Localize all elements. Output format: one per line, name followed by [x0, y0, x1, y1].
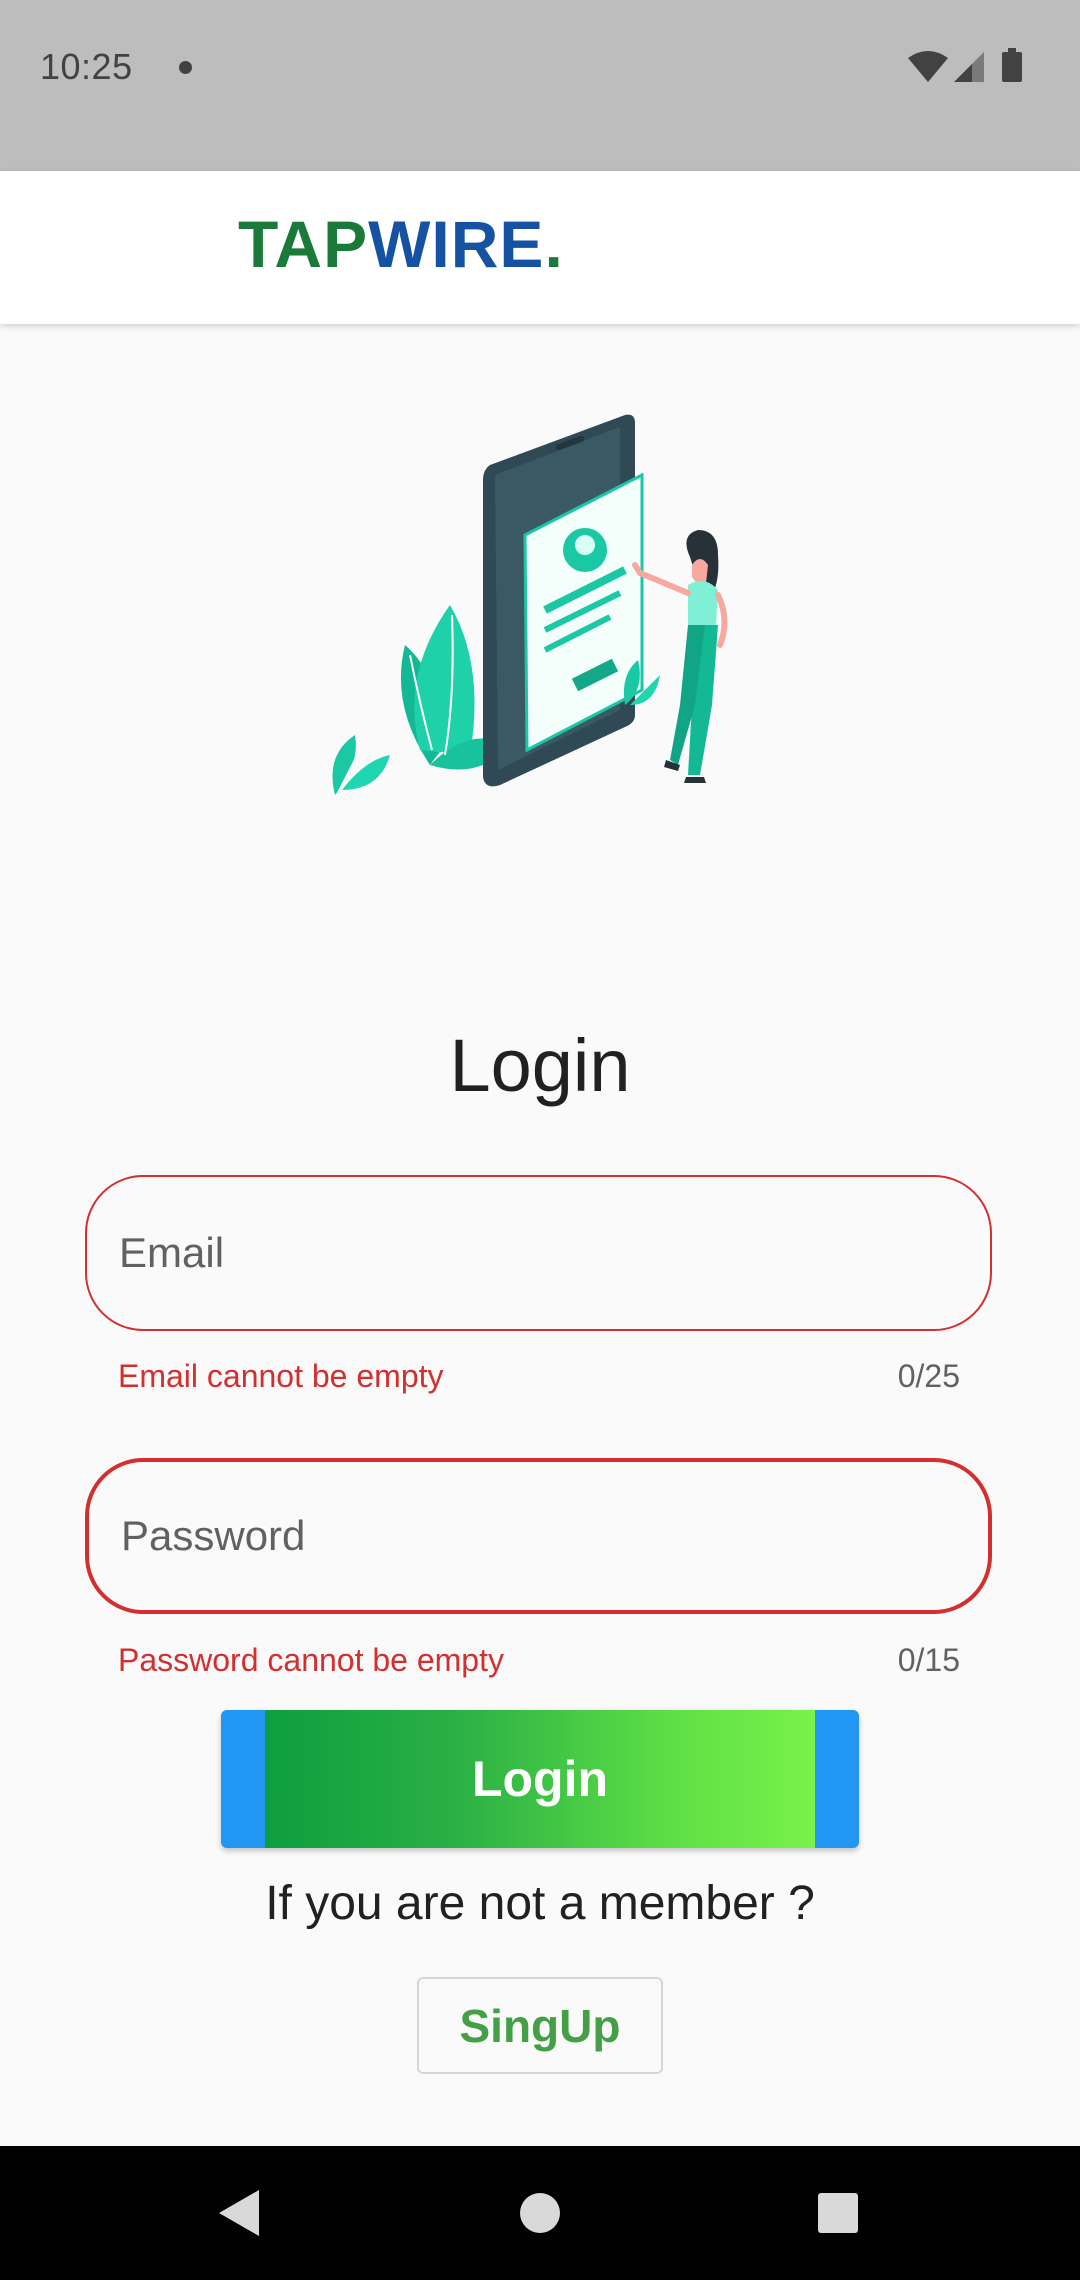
brand-wire: WIRE: [368, 207, 545, 281]
page-title: Login: [449, 1024, 631, 1107]
email-char-counter: 0/25: [897, 1358, 960, 1394]
recents-icon[interactable]: [803, 2178, 873, 2248]
signup-button[interactable]: SingUp: [417, 1977, 663, 2074]
password-char-counter: 0/15: [897, 1642, 960, 1678]
email-error-text: Email cannot be empty: [118, 1358, 444, 1394]
brand-tap: TAP: [238, 207, 369, 281]
status-time: 10:25: [40, 46, 133, 87]
login-button[interactable]: Login: [221, 1710, 859, 1848]
status-bar: 10:25: [0, 0, 1080, 171]
notification-dot-icon: [179, 61, 192, 74]
small-plant-illustration: [332, 735, 390, 795]
brand-logo: TAPWIRE.: [238, 211, 564, 277]
brand-dot: .: [544, 207, 564, 281]
battery-icon: [1002, 48, 1022, 82]
email-field[interactable]: [85, 1175, 992, 1331]
woman-illustration: [632, 530, 728, 783]
system-nav-bar: [0, 2146, 1080, 2280]
password-error-text: Password cannot be empty: [118, 1642, 504, 1678]
home-icon[interactable]: [505, 2178, 575, 2248]
email-input[interactable]: [119, 1177, 939, 1329]
password-input[interactable]: [121, 1462, 941, 1610]
password-field[interactable]: [85, 1458, 992, 1614]
wifi-icon: [908, 51, 948, 82]
status-icons: [908, 48, 1022, 82]
back-icon[interactable]: [205, 2178, 275, 2248]
app-bar: TAPWIRE.: [0, 171, 1080, 324]
member-prompt-text: If you are not a member ?: [265, 1877, 815, 1930]
login-illustration: [332, 414, 728, 795]
login-button-label: Login: [471, 1751, 609, 1807]
